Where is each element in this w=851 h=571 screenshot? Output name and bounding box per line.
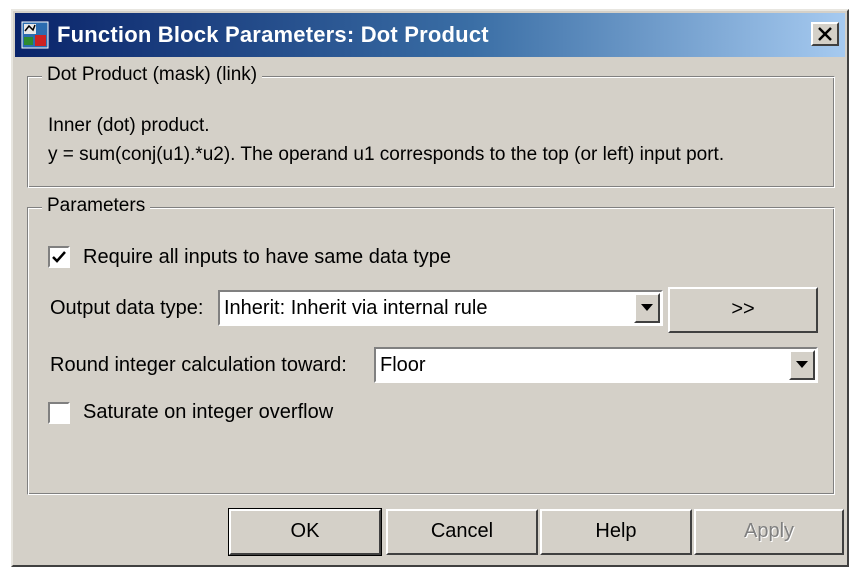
simulink-block-icon	[21, 21, 49, 49]
mask-description-group: Dot Product (mask) (link) Inner (dot) pr…	[27, 64, 835, 188]
output-data-type-label: Output data type:	[50, 297, 204, 319]
ok-label: OK	[290, 520, 320, 542]
data-type-assistant-button[interactable]: >>	[668, 287, 818, 333]
require-same-type-checkbox[interactable]	[48, 246, 70, 268]
cancel-label: Cancel	[430, 520, 494, 542]
window-title: Function Block Parameters: Dot Product	[57, 22, 489, 47]
apply-button[interactable]: Apply	[694, 509, 844, 555]
close-icon	[817, 21, 833, 46]
apply-label: Apply	[743, 520, 795, 542]
require-same-type-label: Require all inputs to have same data typ…	[83, 246, 451, 268]
ok-button[interactable]: OK	[228, 508, 382, 556]
chevron-down-icon[interactable]	[789, 350, 815, 380]
help-label: Help	[595, 520, 637, 542]
data-type-assistant-label: >>	[731, 298, 755, 320]
help-button[interactable]: Help	[540, 509, 692, 555]
mask-group-title: Dot Product (mask) (link)	[42, 64, 263, 86]
close-button[interactable]	[811, 22, 839, 46]
saturate-label: Saturate on integer overflow	[83, 401, 334, 423]
output-data-type-select[interactable]: Inherit: Inherit via internal rule	[218, 290, 663, 326]
parameters-group-title: Parameters	[42, 195, 151, 217]
cancel-button[interactable]: Cancel	[386, 509, 538, 555]
chevron-down-icon[interactable]	[634, 293, 660, 323]
dialog-window: Function Block Parameters: Dot Product D…	[11, 9, 849, 567]
round-toward-value: Floor	[380, 354, 426, 376]
description-line-1: Inner (dot) product.	[48, 115, 210, 136]
saturate-checkbox[interactable]	[48, 402, 70, 424]
description-line-2: y = sum(conj(u1).*u2). The operand u1 co…	[48, 144, 725, 165]
parameters-group: Parameters Require all inputs to have sa…	[27, 195, 835, 495]
checkmark-icon	[52, 251, 66, 263]
output-data-type-value: Inherit: Inherit via internal rule	[224, 297, 488, 319]
round-toward-select[interactable]: Floor	[374, 347, 818, 383]
title-bar[interactable]: Function Block Parameters: Dot Product	[15, 13, 845, 57]
round-toward-label: Round integer calculation toward:	[50, 354, 347, 376]
